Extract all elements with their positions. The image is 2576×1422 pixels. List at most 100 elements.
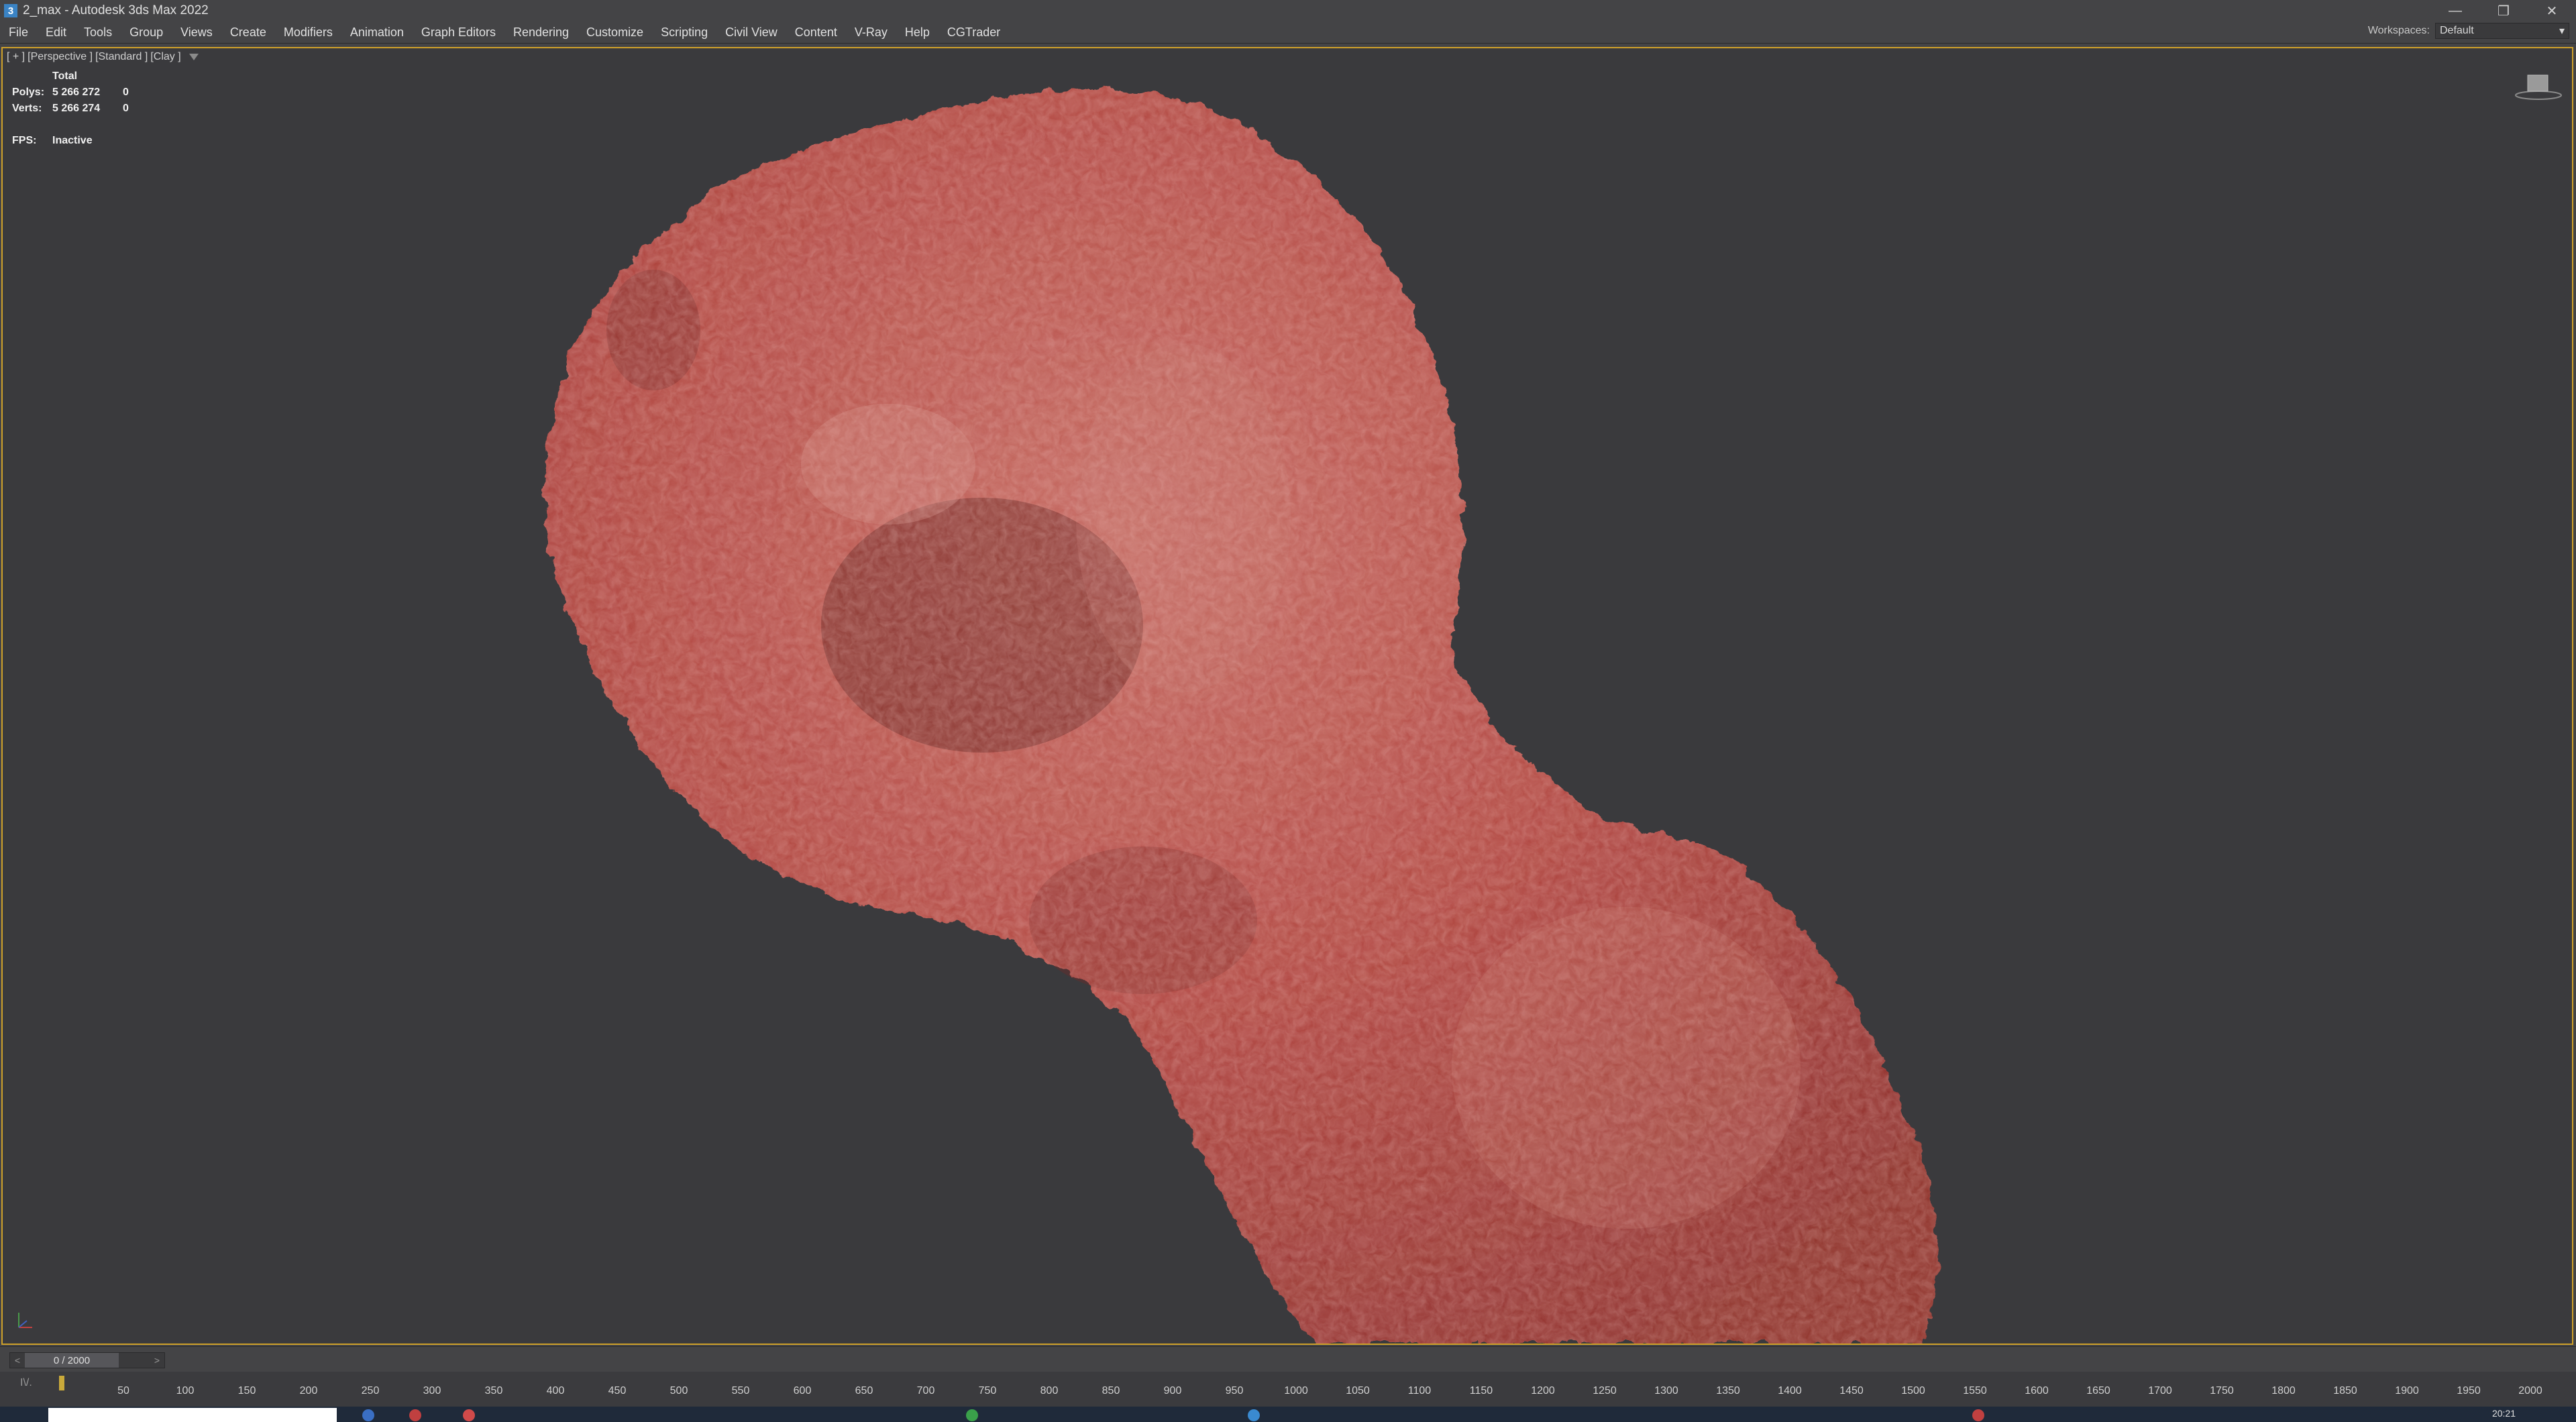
- track-bar-toggle-icon[interactable]: I\/.: [20, 1377, 32, 1389]
- filter-icon[interactable]: [189, 54, 199, 60]
- menu-content[interactable]: Content: [786, 25, 846, 40]
- menu-graph-editors[interactable]: Graph Editors: [413, 25, 504, 40]
- timeline-tick-label: 1750: [2210, 1385, 2234, 1397]
- timeline-tick-label: 50: [117, 1385, 129, 1397]
- menu-bar: File Edit Tools Group Views Create Modifiers An…: [0, 21, 2576, 44]
- timeline-tick-label: 750: [978, 1385, 997, 1397]
- timeline-tick-label: 1150: [1469, 1385, 1493, 1397]
- menu-cgtrader[interactable]: CGTrader: [938, 25, 1009, 40]
- polys-value: 5 266 272: [52, 87, 101, 98]
- timeline-tick-label: 1800: [2271, 1385, 2296, 1397]
- timeline-tick-label: 1000: [1284, 1385, 1308, 1397]
- timeline-tick-label: 1700: [2148, 1385, 2172, 1397]
- timeline-tick-label: 1400: [1778, 1385, 1802, 1397]
- timeline-tick-label: 900: [1163, 1385, 1182, 1397]
- minimize-button[interactable]: —: [2431, 0, 2479, 21]
- timeline-tick-label: 1200: [1531, 1385, 1555, 1397]
- menu-vray[interactable]: V-Ray: [846, 25, 896, 40]
- taskbar-app-icon[interactable]: [463, 1409, 475, 1421]
- fps-value: Inactive: [52, 135, 93, 146]
- menu-customize[interactable]: Customize: [578, 25, 652, 40]
- menu-rendering[interactable]: Rendering: [504, 25, 578, 40]
- timeline-tick-label: 850: [1102, 1385, 1120, 1397]
- timeline-tick-label: 1250: [1593, 1385, 1617, 1397]
- taskbar-app-icon[interactable]: [1248, 1409, 1260, 1421]
- polys-label: Polys:: [12, 87, 45, 98]
- menu-help[interactable]: Help: [896, 25, 938, 40]
- timeline-tick-label: 1850: [2333, 1385, 2357, 1397]
- timeline-tick-label: 1650: [2086, 1385, 2110, 1397]
- workspace-label: Workspaces:: [2367, 25, 2430, 36]
- timeline-tick-label: 500: [669, 1385, 688, 1397]
- timeline-tick-label: 600: [793, 1385, 812, 1397]
- workspace-value: Default: [2440, 25, 2474, 36]
- timeline-tick-label: 700: [916, 1385, 935, 1397]
- stats-fps-row: FPS: Inactive: [12, 133, 129, 149]
- timeline-tick-label: 950: [1225, 1385, 1244, 1397]
- timeline-tick-label: 650: [855, 1385, 873, 1397]
- timeline-tick-label: 200: [299, 1385, 318, 1397]
- menu-edit[interactable]: Edit: [37, 25, 75, 40]
- timeline-tick-label: 100: [176, 1385, 195, 1397]
- timeline-tick-label: 1550: [1963, 1385, 1987, 1397]
- taskbar-app-icon[interactable]: [966, 1409, 978, 1421]
- time-slider-next[interactable]: >: [150, 1353, 164, 1368]
- time-slider-bar: < 0 / 2000 >: [0, 1346, 2576, 1372]
- timeline-tick-label: 1050: [1346, 1385, 1370, 1397]
- timeline-tick-label: 1900: [2395, 1385, 2419, 1397]
- track-bar[interactable]: I\/. 50 100 150 200 250 300 350 400 450 500 550 600…: [0, 1372, 2576, 1407]
- menu-civil-view[interactable]: Civil View: [716, 25, 786, 40]
- title-bar: 3 2_max - Autodesk 3ds Max 2022 — ❐ ✕: [0, 0, 2576, 21]
- taskbar-search-input[interactable]: [48, 1408, 337, 1422]
- chevron-down-icon: ▾: [2559, 25, 2565, 37]
- timeline-ruler: 50 100 150 200 250 300 350 400 450 500 550 600 650 70…: [62, 1372, 2542, 1407]
- verts-label: Verts:: [12, 103, 42, 114]
- menu-views[interactable]: Views: [172, 25, 221, 40]
- stats-header: Total: [52, 70, 78, 82]
- menu-file[interactable]: File: [0, 25, 37, 40]
- verts-selected: 0: [123, 103, 129, 114]
- stats-verts-row: Verts: 5 266 274 0: [12, 101, 129, 117]
- time-slider[interactable]: < 0 / 2000 >: [9, 1352, 165, 1368]
- fps-label: FPS:: [12, 135, 37, 146]
- timeline-tick-label: 450: [608, 1385, 627, 1397]
- menu-create[interactable]: Create: [221, 25, 275, 40]
- menu-animation[interactable]: Animation: [341, 25, 413, 40]
- timeline-tick-label: 1450: [1839, 1385, 1864, 1397]
- menu-modifiers[interactable]: Modifiers: [275, 25, 341, 40]
- timeline-tick-label: 550: [731, 1385, 750, 1397]
- restore-button[interactable]: ❐: [2479, 0, 2528, 21]
- time-slider-prev[interactable]: <: [10, 1353, 25, 1368]
- timeline-tick-label: 350: [484, 1385, 503, 1397]
- polys-selected: 0: [123, 87, 129, 98]
- window-controls: — ❐ ✕: [2431, 0, 2576, 21]
- taskbar-app-icon[interactable]: [362, 1409, 374, 1421]
- app-icon[interactable]: 3: [4, 4, 17, 17]
- time-slider-thumb[interactable]: 0 / 2000: [25, 1353, 119, 1368]
- clay-rock-model: [543, 88, 1938, 1344]
- menu-scripting[interactable]: Scripting: [652, 25, 716, 40]
- window-title: 2_max - Autodesk 3ds Max 2022: [23, 3, 209, 17]
- taskbar-app-icon[interactable]: [409, 1409, 421, 1421]
- tray-clock[interactable]: 20:21: [2492, 1408, 2516, 1419]
- timeline-tick-label: 2000: [2518, 1385, 2542, 1397]
- viewport-menu-plus[interactable]: [ + ]: [7, 51, 25, 63]
- taskbar-app-icon[interactable]: [1972, 1409, 1984, 1421]
- perspective-viewport[interactable]: [ + ] [Perspective ] [Standard ] [Clay ]…: [1, 47, 2573, 1345]
- menu-group[interactable]: Group: [121, 25, 172, 40]
- viewport-shading[interactable]: [Standard ]: [95, 51, 148, 63]
- timeline-tick-label: 400: [546, 1385, 565, 1397]
- verts-value: 5 266 274: [52, 103, 101, 114]
- close-button[interactable]: ✕: [2528, 0, 2576, 21]
- timeline-tick-label: 150: [237, 1385, 256, 1397]
- menu-tools[interactable]: Tools: [75, 25, 121, 40]
- viewport-style[interactable]: [Clay ]: [150, 51, 180, 63]
- timeline-tick-label: 1350: [1716, 1385, 1740, 1397]
- axis-tripod-icon: [18, 1313, 32, 1328]
- stats-polys-row: Polys: 5 266 272 0: [12, 85, 129, 101]
- workspace-dropdown[interactable]: Default ▾: [2435, 23, 2569, 39]
- timeline-tick-label: 1300: [1654, 1385, 1678, 1397]
- viewcube-icon[interactable]: [2514, 71, 2563, 101]
- timeline-tick-label: 1100: [1407, 1385, 1432, 1397]
- viewport-view-type[interactable]: [Perspective ]: [28, 51, 93, 63]
